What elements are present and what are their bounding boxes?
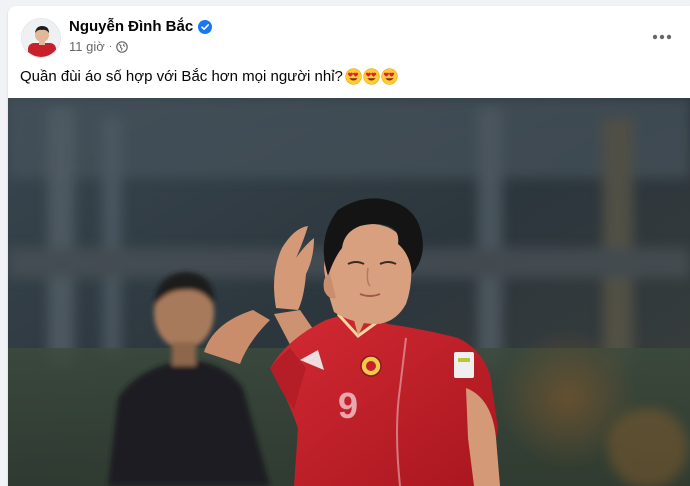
heart-eyes-emoji-icon (381, 68, 398, 85)
jersey-number: 9 (338, 385, 358, 426)
author-avatar[interactable] (21, 18, 61, 58)
author-name[interactable]: Nguyễn Đình Bắc (69, 18, 193, 35)
more-options-button[interactable] (648, 22, 676, 50)
meta-separator: · (108, 41, 113, 52)
post-meta: 11 giờ · (69, 39, 128, 54)
caption-emojis (345, 68, 398, 85)
author-name-row: Nguyễn Đình Bắc (69, 18, 213, 35)
verified-badge-icon (198, 19, 213, 34)
post-timestamp[interactable]: 11 giờ (69, 39, 105, 54)
more-horizontal-icon (652, 27, 672, 45)
post-photo[interactable]: 9 (8, 98, 690, 486)
globe-icon[interactable] (116, 40, 128, 53)
post-caption: Quần đùi áo số hợp với Bắc hơn mọi người… (20, 68, 398, 85)
heart-eyes-emoji-icon (345, 68, 362, 85)
heart-eyes-emoji-icon (363, 68, 380, 85)
caption-text: Quần đùi áo số hợp với Bắc hơn mọi người… (20, 68, 343, 85)
post-header: Nguyễn Đình Bắc 11 giờ · (8, 6, 690, 62)
post-card: Nguyễn Đình Bắc 11 giờ · Quần đùi áo số … (8, 6, 690, 486)
